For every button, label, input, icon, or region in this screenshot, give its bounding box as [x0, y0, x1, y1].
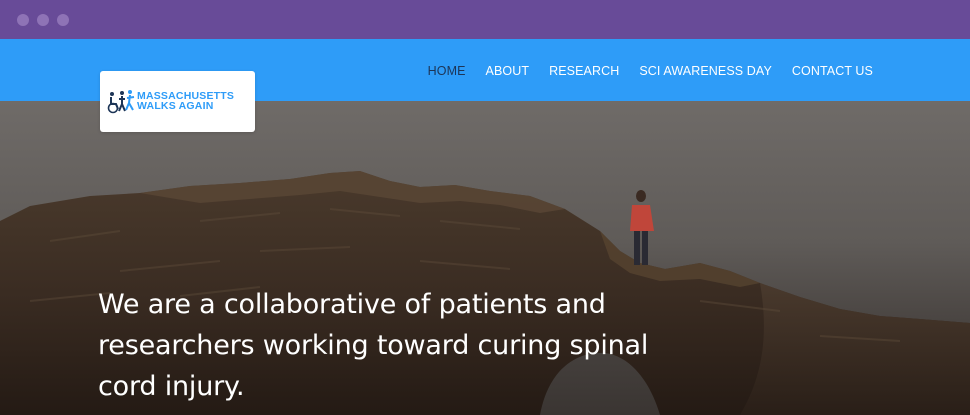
- hero-banner: We are a collaborative of patients and r…: [0, 101, 970, 415]
- maximize-window-icon[interactable]: [57, 14, 69, 26]
- logo-line-2: WALKS AGAIN: [137, 100, 214, 112]
- close-window-icon[interactable]: [17, 14, 29, 26]
- main-nav: HOME ABOUT RESEARCH SCI AWARENESS DAY CO…: [428, 64, 873, 78]
- nav-item-sci-awareness-day[interactable]: SCI AWARENESS DAY: [639, 64, 772, 78]
- site-logo[interactable]: MASSACHUSETTS WALKS AGAIN: [100, 71, 255, 132]
- browser-window: HOME ABOUT RESEARCH SCI AWARENESS DAY CO…: [0, 0, 970, 415]
- hero-tagline: We are a collaborative of patients and r…: [98, 289, 649, 402]
- nav-item-contact-us[interactable]: CONTACT US: [792, 64, 873, 78]
- logo-wordmark: MASSACHUSETTS WALKS AGAIN: [137, 91, 234, 112]
- people-walking-wheelchair-icon: [107, 90, 135, 114]
- minimize-window-icon[interactable]: [37, 14, 49, 26]
- window-titlebar: [0, 0, 970, 39]
- nav-item-about[interactable]: ABOUT: [486, 64, 530, 78]
- person-figure: [630, 190, 654, 265]
- nav-item-home[interactable]: HOME: [428, 64, 466, 78]
- nav-item-research[interactable]: RESEARCH: [549, 64, 619, 78]
